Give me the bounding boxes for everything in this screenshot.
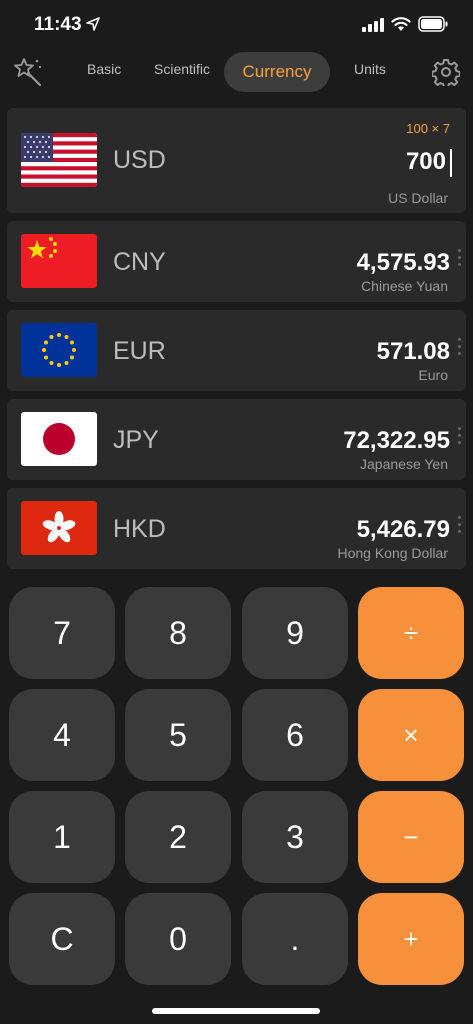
- tab-basic[interactable]: Basic: [87, 61, 121, 77]
- us-flag-icon: [21, 133, 97, 187]
- currency-name: Chinese Yuan: [361, 278, 448, 294]
- currency-row-jpy[interactable]: JPY 72,322.95 Japanese Yen: [7, 399, 466, 480]
- home-indicator[interactable]: [152, 1008, 320, 1014]
- currency-name: Hong Kong Dollar: [337, 545, 448, 561]
- status-time: 11:43: [34, 14, 82, 35]
- key-0[interactable]: 0: [125, 893, 231, 985]
- base-amount-input[interactable]: 700: [406, 148, 446, 176]
- currency-code: USD: [113, 146, 166, 174]
- hong-kong-flag-icon: [21, 501, 97, 555]
- currency-code: JPY: [113, 426, 159, 454]
- location-arrow-icon: [86, 17, 100, 31]
- currency-name: US Dollar: [388, 190, 448, 206]
- expression-display: 100 × 7: [406, 121, 450, 136]
- tab-scientific[interactable]: Scientific: [154, 61, 210, 77]
- text-cursor: [450, 149, 452, 177]
- key-2[interactable]: 2: [125, 791, 231, 883]
- divide-button[interactable]: ÷: [358, 587, 464, 679]
- multiply-button[interactable]: ×: [358, 689, 464, 781]
- drag-handle[interactable]: [458, 249, 462, 273]
- currency-row-cny[interactable]: CNY 4,575.93 Chinese Yuan: [7, 221, 466, 302]
- key-9[interactable]: 9: [242, 587, 348, 679]
- key-1[interactable]: 1: [9, 791, 115, 883]
- currency-row-hkd[interactable]: HKD 5,426.79 Hong Kong Dollar: [7, 488, 466, 569]
- drag-handle[interactable]: [458, 427, 462, 451]
- currency-row-eur[interactable]: EUR 571.08 Euro: [7, 310, 466, 391]
- currency-code: CNY: [113, 248, 166, 276]
- currency-code: EUR: [113, 337, 166, 365]
- key-8[interactable]: 8: [125, 587, 231, 679]
- drag-handle[interactable]: [458, 338, 462, 362]
- add-button[interactable]: +: [358, 893, 464, 985]
- key-7[interactable]: 7: [9, 587, 115, 679]
- magic-wand-icon[interactable]: [13, 56, 43, 88]
- key-5[interactable]: 5: [125, 689, 231, 781]
- currency-amount: 571.08: [376, 338, 450, 365]
- currency-amount: 4,575.93: [356, 249, 450, 276]
- subtract-button[interactable]: −: [358, 791, 464, 883]
- signal-icon: [362, 18, 384, 32]
- currency-code: HKD: [113, 515, 166, 543]
- mode-tabs: Basic Scientific Currency Units: [0, 52, 473, 94]
- key-4[interactable]: 4: [9, 689, 115, 781]
- tab-currency[interactable]: Currency: [224, 52, 330, 92]
- wifi-icon: [391, 17, 411, 31]
- currency-name: Japanese Yen: [360, 456, 448, 472]
- key-3[interactable]: 3: [242, 791, 348, 883]
- key-6[interactable]: 6: [242, 689, 348, 781]
- decimal-button[interactable]: .: [242, 893, 348, 985]
- battery-icon: [418, 16, 448, 32]
- base-currency-row[interactable]: USD 100 × 7 700 US Dollar: [7, 108, 466, 213]
- status-bar: 11:43: [0, 0, 473, 52]
- tab-units[interactable]: Units: [354, 61, 386, 77]
- currency-name: Euro: [418, 367, 448, 383]
- china-flag-icon: [21, 234, 97, 288]
- currency-amount: 5,426.79: [356, 516, 450, 543]
- clear-button[interactable]: C: [9, 893, 115, 985]
- gear-icon[interactable]: [432, 58, 460, 86]
- japan-flag-icon: [21, 412, 97, 466]
- eu-flag-icon: [21, 323, 97, 377]
- drag-handle[interactable]: [458, 516, 462, 540]
- currency-amount: 72,322.95: [343, 427, 450, 454]
